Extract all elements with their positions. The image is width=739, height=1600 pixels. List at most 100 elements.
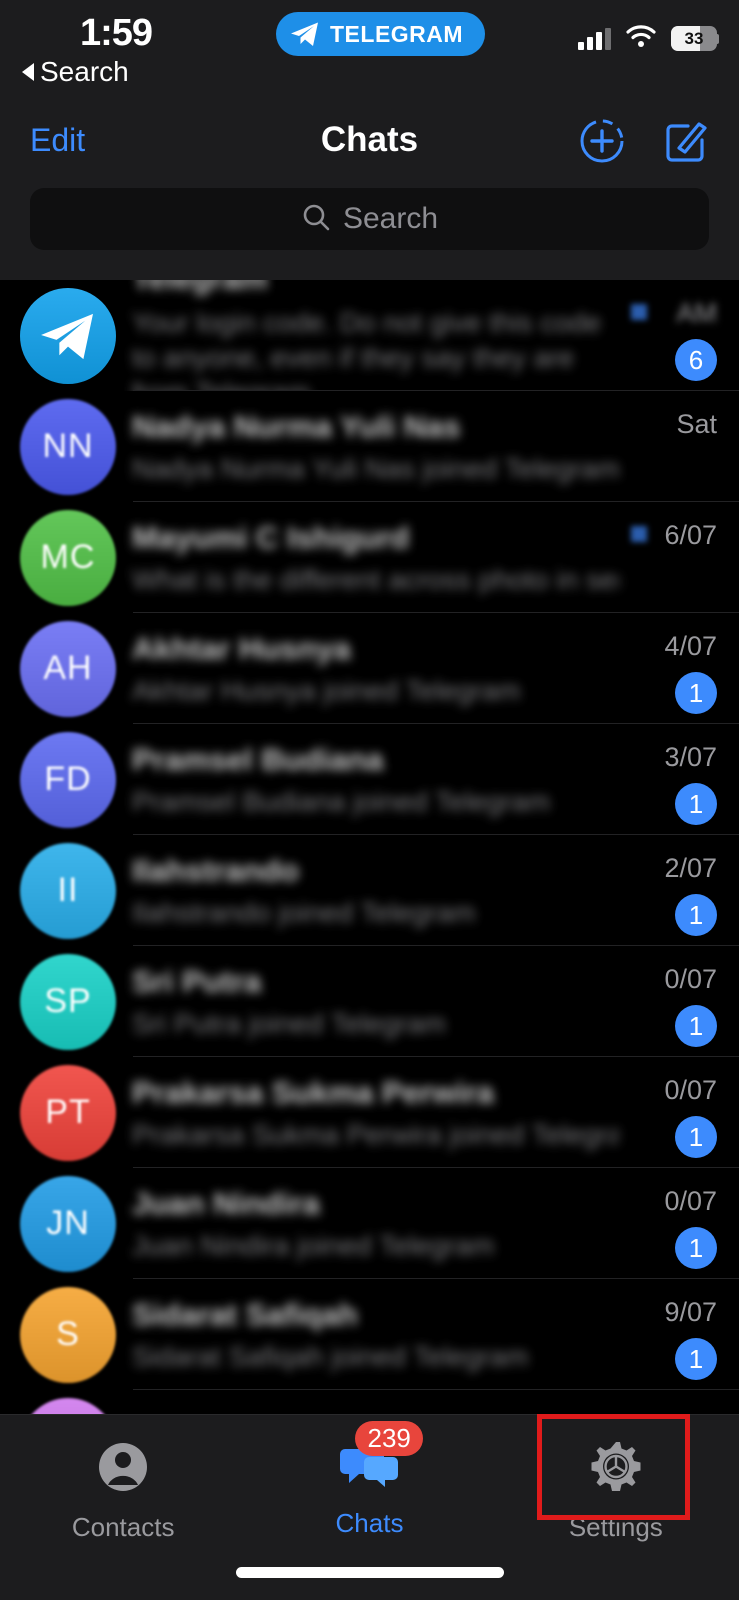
chat-name: Nadya Nurma Yuli Nas	[132, 408, 461, 444]
chat-meta: 4/07 1	[664, 631, 717, 714]
chat-timestamp: 0/07	[664, 1075, 717, 1105]
telegram-logo-icon	[20, 287, 116, 384]
chat-name: Pramsel Budiana	[132, 741, 384, 777]
tab-label: Settings	[568, 1512, 663, 1542]
cellular-bars-icon	[578, 27, 611, 50]
chat-preview: Akhtar Husnya joined Telegram	[132, 674, 521, 706]
status-indicators: 33	[578, 24, 719, 53]
chat-timestamp: 0/07	[664, 964, 717, 994]
chat-row[interactable]: FD Pramsel Budiana Pramsel Budiana joined …	[0, 724, 739, 835]
back-label: Search	[40, 56, 129, 87]
avatar: PT	[20, 1064, 116, 1161]
compose-pencil-icon[interactable]	[661, 116, 711, 171]
tab-badge: 239	[355, 1421, 423, 1456]
avatar: JN	[20, 1175, 116, 1272]
tab-label: Contacts	[71, 1512, 175, 1542]
status-time: 1:59	[80, 12, 153, 54]
tab-contacts[interactable]: Contacts	[0, 1415, 246, 1600]
tab-settings[interactable]: Settings	[493, 1415, 739, 1600]
chat-timestamp: 6/07	[664, 520, 717, 550]
chat-name: Mayumi C Ishigurd	[132, 519, 410, 555]
avatar: AH	[20, 620, 116, 717]
avatar: SP	[20, 953, 116, 1050]
home-indicator	[235, 1567, 504, 1578]
chat-meta: Sat	[676, 409, 717, 440]
chat-timestamp: 9/07	[664, 1297, 717, 1327]
chat-timestamp: 3/07	[664, 742, 717, 772]
chat-meta: 6/07	[664, 520, 717, 551]
add-contact-circle-icon[interactable]	[577, 116, 627, 171]
chat-preview: Juan Nindira joined Telegram	[132, 1229, 495, 1261]
chat-name: Telegram	[132, 280, 619, 297]
chat-preview: Pramsel Budiana joined Telegram	[132, 785, 551, 817]
settings-gear-icon	[588, 1439, 644, 1500]
unread-badge: 1	[675, 1005, 717, 1047]
telegram-chats-screen: 1:59 Search TELEGRAM 33 Edit Chats Searc…	[0, 0, 739, 1600]
search-container: Search	[0, 188, 739, 280]
chat-row[interactable]: SP Sri Putra Sri Putra joined Telegram 0/07…	[0, 946, 739, 1057]
chat-name: Juan Nindira	[132, 1185, 320, 1221]
verified-mark-icon	[631, 526, 647, 542]
search-placeholder: Search	[342, 202, 439, 235]
telegram-app-pill: TELEGRAM	[276, 12, 486, 56]
chat-name: Prakarsa Sukma Perwira	[132, 1074, 494, 1110]
chat-meta: AM 6	[675, 298, 717, 381]
chat-preview: Prakarsa Sukma Perwira joined Telegram	[132, 1118, 619, 1150]
chat-preview: Sri Putra joined Telegram	[132, 1007, 446, 1039]
navigation-bar: Edit Chats	[0, 100, 739, 188]
chat-name: Akhtar Husnya	[132, 630, 351, 666]
chat-meta: 3/07 1	[664, 742, 717, 825]
chat-meta: 0/07 1	[664, 964, 717, 1047]
chat-preview: Ilahstrando joined Telegram	[132, 896, 476, 928]
chat-timestamp: 4/07	[664, 631, 717, 661]
chat-name: Sri Putra	[132, 963, 262, 999]
chat-name: Ilahstrando	[132, 852, 300, 888]
avatar: II	[20, 842, 116, 939]
chat-timestamp: AM	[676, 298, 718, 328]
chat-name: Sidarat Safiqah	[132, 1296, 358, 1332]
chat-meta: 2/07 1	[664, 853, 717, 936]
chat-preview: Nadya Nurma Yuli Nas joined Telegram	[132, 452, 619, 484]
wifi-icon	[625, 24, 657, 53]
chat-meta: 9/07 1	[664, 1297, 717, 1380]
chat-timestamp: 0/07	[664, 1186, 717, 1216]
unread-badge: 1	[675, 1338, 717, 1380]
unread-badge: 1	[675, 783, 717, 825]
telegram-plane-icon	[290, 21, 320, 47]
search-input[interactable]: Search	[30, 188, 709, 250]
battery-percent: 33	[684, 28, 704, 48]
chat-row[interactable]: JN Juan Nindira Juan Nindira joined Telegr…	[0, 1168, 739, 1279]
status-bar: 1:59 Search TELEGRAM 33	[0, 0, 739, 100]
search-icon	[301, 202, 331, 237]
chat-list[interactable]: TelegramYour login code. Do not give thi…	[0, 280, 739, 1600]
telegram-pill-label: TELEGRAM	[330, 20, 464, 47]
unread-badge: 1	[675, 1116, 717, 1158]
tab-label: Chats	[335, 1508, 404, 1538]
chat-meta: 0/07 1	[664, 1075, 717, 1158]
chat-row[interactable]: AH Akhtar Husnya Akhtar Husnya joined Tele…	[0, 613, 739, 724]
chat-row[interactable]: S Sidarat Safiqah Sidarat Safiqah joined T…	[0, 1279, 739, 1390]
unread-badge: 1	[675, 894, 717, 936]
chat-meta: 0/07 1	[664, 1186, 717, 1269]
verified-mark-icon	[631, 304, 647, 320]
chat-row[interactable]: PT Prakarsa Sukma Perwira Prakarsa Sukma P…	[0, 1057, 739, 1168]
avatar: NN	[20, 398, 116, 495]
unread-badge: 1	[675, 1227, 717, 1269]
avatar: FD	[20, 731, 116, 828]
chat-preview: What is the different across photo in se…	[132, 563, 619, 595]
battery-icon: 33	[671, 26, 717, 51]
avatar: MC	[20, 509, 116, 606]
chat-timestamp: 2/07	[664, 853, 717, 883]
contacts-person-icon	[95, 1439, 151, 1500]
chat-row[interactable]: II Ilahstrando Ilahstrando joined Telegram…	[0, 835, 739, 946]
unread-badge: 6	[675, 339, 717, 381]
back-to-search-button[interactable]: Search	[22, 56, 129, 88]
avatar: S	[20, 1286, 116, 1383]
unread-badge: 1	[675, 672, 717, 714]
chat-timestamp: Sat	[676, 409, 717, 439]
chat-preview: Sidarat Safiqah joined Telegram	[132, 1340, 529, 1372]
back-triangle-icon	[22, 63, 34, 81]
chat-row[interactable]: NN Nadya Nurma Yuli Nas Nadya Nurma Yuli N…	[0, 391, 739, 502]
chat-row[interactable]: TelegramYour login code. Do not give thi…	[0, 280, 739, 408]
chat-row[interactable]: MC Mayumi C Ishigurd What is the different…	[0, 502, 739, 613]
